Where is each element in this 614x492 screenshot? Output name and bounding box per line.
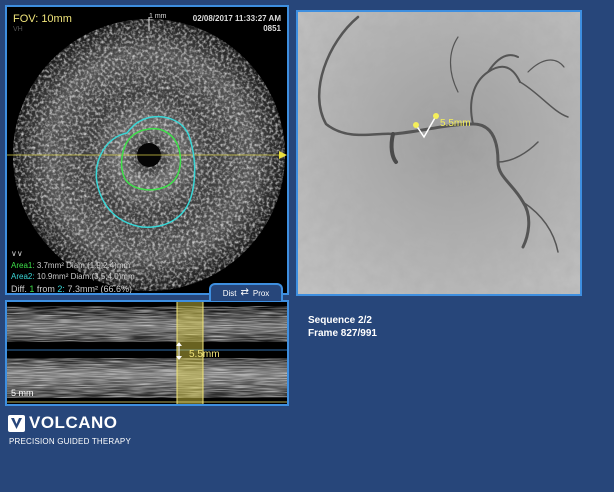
sequence-label: Sequence 2/2	[308, 315, 372, 326]
brand-name: VOLCANO	[29, 413, 118, 432]
fov-label: FOV: 10mm	[13, 13, 72, 25]
prox-label: Prox	[252, 288, 270, 298]
ivus-cross-section-panel[interactable]: FOV: 10mm VH 1 mm 02/08/2017 11:33:27 AM…	[5, 5, 289, 295]
ivus-image	[7, 17, 287, 291]
vh-label: VH	[13, 26, 23, 33]
direction-tab[interactable]: Dist ⇄ Prox	[209, 283, 283, 301]
angio-measure-label: 5.5mm	[440, 118, 471, 129]
area1-measurement: Area1: 3.7mm² Diam:(1.9;2.4)mm	[11, 261, 130, 270]
angiography-panel[interactable]: 5.5mm	[296, 10, 582, 296]
brand-tagline: PRECISION GUIDED THERAPY	[9, 437, 132, 446]
datetime-label: 02/08/2017 11:33:27 AM	[192, 14, 281, 23]
area1-label: Area1:	[11, 261, 35, 270]
volcano-logo-icon	[8, 414, 25, 432]
longitudinal-measure-label: 5.5mm	[189, 349, 220, 360]
area2-value: 10.9mm² Diam:(3.5;4.0)mm	[36, 272, 135, 281]
diff-measurement: Diff. 1 from 2: 7.3mm² (66.6%)	[11, 284, 132, 294]
diff-a: 1	[29, 284, 35, 294]
longitudinal-view-panel[interactable]: 5.5mm 5 mm	[5, 300, 289, 406]
swap-arrows-icon[interactable]: ⇄	[240, 288, 248, 298]
diff-value: 7.3mm² (66.6%)	[67, 284, 132, 294]
dist-label: Dist	[222, 288, 237, 298]
lower-wall-texture	[7, 358, 287, 398]
diff-b: 2:	[57, 284, 65, 294]
angiogram-image	[298, 12, 580, 294]
volcano-logo: VOLCANO	[8, 413, 118, 433]
upper-wall-texture	[7, 306, 287, 342]
area1-value: 3.7mm² Diam:(1.9;2.4)mm	[36, 261, 131, 270]
diff-mid: from	[36, 284, 55, 294]
longitudinal-scale-label: 5 mm	[11, 388, 34, 398]
frame-id-label: 0851	[263, 24, 281, 33]
diff-prefix: Diff.	[11, 284, 27, 294]
angio-texture	[298, 12, 580, 294]
area2-label: Area2:	[11, 272, 35, 281]
scale-label: 1 mm	[149, 13, 167, 20]
longitudinal-image	[7, 302, 287, 404]
area2-measurement: Area2: 10.9mm² Diam:(3.5;4.0)mm	[11, 272, 135, 281]
double-chevron-down-icon[interactable]: ∨∨	[11, 249, 23, 258]
frame-label: Frame 827/991	[308, 328, 377, 339]
